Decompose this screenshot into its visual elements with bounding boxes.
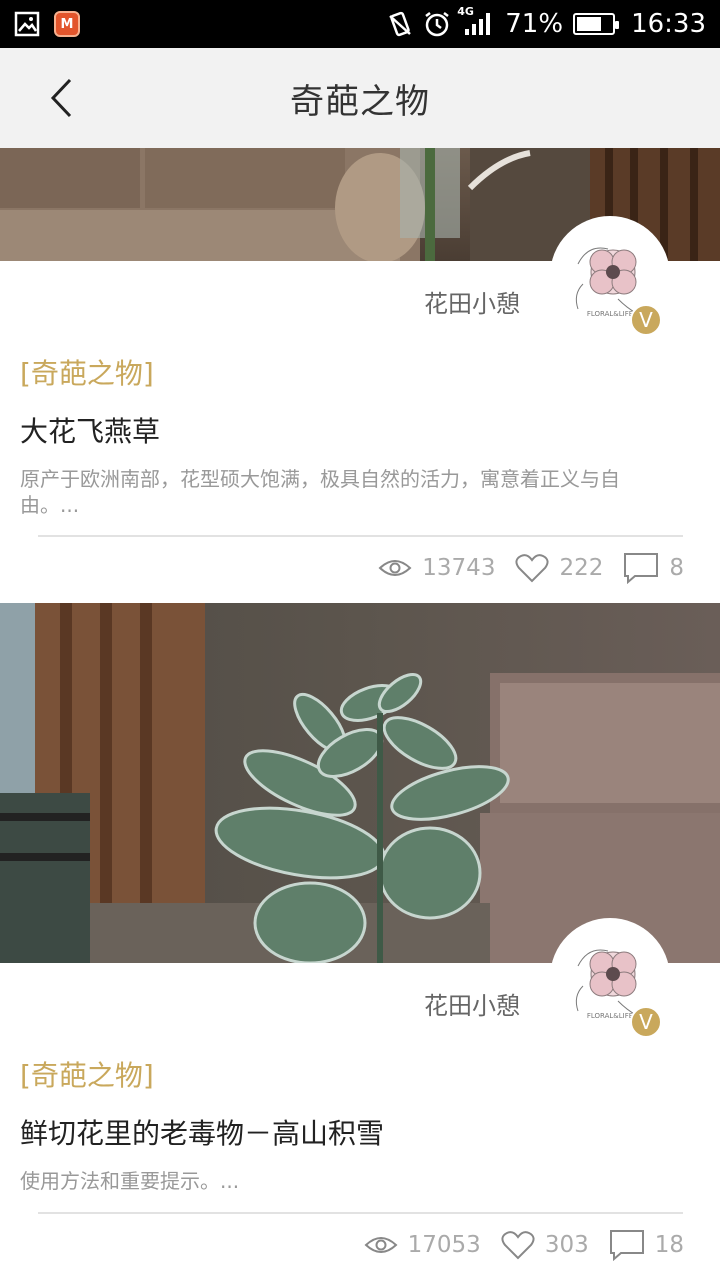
avatar-brand-text: FLORAL&LIFE	[587, 1012, 633, 1020]
battery-icon	[573, 13, 620, 35]
likes-count: 222	[559, 555, 604, 581]
gallery-icon	[14, 11, 40, 37]
category-tag[interactable]: [奇葩之物]	[20, 1054, 154, 1094]
views-stat: 17053	[364, 1232, 481, 1258]
signal-icon: 4G	[457, 5, 495, 37]
article-title[interactable]: 大花飞燕草	[20, 410, 160, 450]
article-card[interactable]: FLORAL&LIFE V 花田小憩 [奇葩之物] 鲜切花里的老毒物－高山积雪 …	[0, 603, 720, 1280]
network-type: 4G	[457, 5, 474, 18]
comment-icon[interactable]	[609, 1229, 645, 1261]
page-title: 奇葩之物	[290, 81, 430, 122]
author-name[interactable]: 花田小憩	[424, 986, 520, 1021]
category-tag[interactable]: [奇葩之物]	[20, 352, 154, 392]
comment-icon[interactable]	[623, 552, 659, 584]
author-avatar[interactable]: FLORAL&LIFE V	[550, 918, 670, 1038]
likes-count: 303	[544, 1232, 589, 1258]
clock: 16:33	[631, 9, 706, 39]
article-stats: 17053 303 18	[364, 1229, 684, 1261]
article-card[interactable]: FLORAL&LIFE V 花田小憩 [奇葩之物] 大花飞燕草 原产于欧洲南部，…	[0, 148, 720, 603]
battery-percent: 71%	[505, 9, 564, 39]
likes-stat[interactable]: 222	[515, 553, 603, 583]
article-description: 原产于欧洲南部，花型硕大饱满，极具自然的活力，寓意着正义与自由。...	[20, 467, 620, 517]
vibrate-icon	[387, 10, 413, 38]
eye-icon	[364, 1237, 398, 1253]
eye-icon	[378, 560, 412, 576]
article-cover-image[interactable]	[0, 603, 720, 963]
views-count: 17053	[407, 1232, 481, 1258]
views-count: 13743	[422, 555, 496, 581]
article-description: 使用方法和重要提示。...	[20, 1169, 240, 1193]
heart-icon[interactable]	[501, 1230, 535, 1260]
back-button[interactable]	[40, 74, 84, 122]
avatar-brand-text: FLORAL&LIFE	[587, 310, 633, 318]
status-bar: M 4G 71% 16:33	[0, 0, 720, 48]
comments-stat[interactable]: 8	[623, 552, 684, 584]
article-stats: 13743 222 8	[378, 552, 684, 584]
author-name[interactable]: 花田小憩	[424, 284, 520, 319]
heart-icon[interactable]	[515, 553, 549, 583]
divider	[38, 535, 683, 537]
divider	[38, 1212, 683, 1214]
comments-count: 8	[669, 555, 684, 581]
comments-count: 18	[654, 1232, 684, 1258]
views-stat: 13743	[378, 555, 495, 581]
comments-stat[interactable]: 18	[609, 1229, 684, 1261]
author-avatar[interactable]: FLORAL&LIFE V	[550, 216, 670, 336]
app-notification-icon: M	[54, 11, 80, 37]
app-header: 奇葩之物	[0, 48, 720, 148]
verified-badge: V	[630, 1006, 662, 1038]
verified-badge: V	[630, 304, 662, 336]
article-title[interactable]: 鲜切花里的老毒物－高山积雪	[20, 1112, 384, 1152]
alarm-icon	[423, 10, 451, 38]
chevron-left-icon	[50, 78, 72, 118]
likes-stat[interactable]: 303	[501, 1230, 589, 1260]
